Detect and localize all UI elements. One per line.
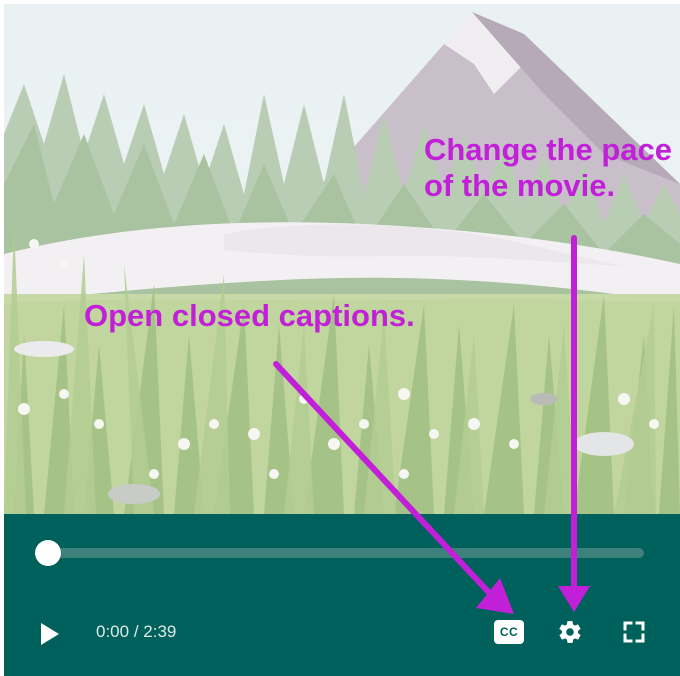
control-bar [4, 514, 680, 676]
annotation-change-pace-line1: Change the pace [423, 132, 672, 167]
time-total: 2:39 [143, 622, 177, 641]
time-readout: 0:00 / 2:39 [96, 620, 176, 644]
video-frame[interactable] [4, 4, 680, 514]
gear-icon [559, 621, 581, 643]
settings-button[interactable] [557, 619, 583, 645]
progress-handle[interactable] [35, 540, 61, 566]
meadow-scene-illustration [4, 4, 680, 514]
fullscreen-button[interactable] [622, 620, 646, 644]
progress-track[interactable] [36, 548, 644, 558]
annotation-open-captions: Open closed captions. [84, 298, 415, 333]
annotation-change-pace-line2: of the movie. [423, 168, 616, 203]
fullscreen-icon [623, 621, 645, 643]
closed-captions-icon: CC [499, 625, 519, 639]
video-player [4, 4, 680, 676]
annotation-change-pace: Change the pace of the movie. [424, 132, 672, 204]
play-icon [41, 623, 59, 645]
closed-captions-button[interactable]: CC [494, 620, 524, 644]
time-separator: / [129, 622, 144, 641]
play-button[interactable] [32, 618, 64, 650]
time-current: 0:00 [96, 622, 130, 641]
